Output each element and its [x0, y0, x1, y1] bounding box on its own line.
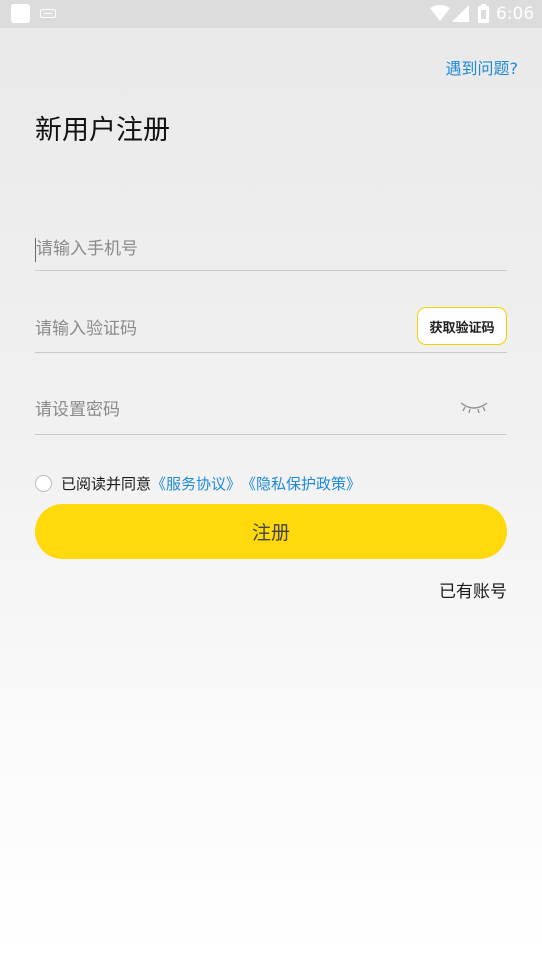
eye-closed-icon[interactable]: [459, 399, 489, 417]
battery-icon: [478, 4, 489, 23]
page-title: 新用户注册: [35, 115, 170, 146]
text-cursor: [35, 238, 36, 262]
agreement-checkbox[interactable]: [35, 474, 52, 492]
agreement-row: 已阅读并同意 《服务协议》 《隐私保护政策》: [35, 472, 361, 494]
phone-input[interactable]: [35, 234, 396, 264]
password-field: [35, 391, 507, 435]
password-input[interactable]: [35, 395, 395, 425]
service-agreement-link[interactable]: 《服务协议》: [151, 473, 241, 494]
help-link[interactable]: 遇到问题?: [446, 58, 519, 80]
signal-icon: [452, 5, 469, 22]
verification-code-field: 获取验证码: [35, 307, 507, 353]
privacy-policy-link[interactable]: 《隐私保护政策》: [241, 473, 361, 494]
agreement-text: 已阅读并同意: [61, 474, 152, 493]
status-bar: 6:06: [0, 0, 542, 28]
app-notification-icon: [11, 4, 30, 23]
existing-account-link[interactable]: 已有账号: [439, 580, 507, 604]
keyboard-icon: [40, 9, 56, 18]
register-button[interactable]: 注册: [35, 504, 507, 559]
phone-field: [35, 234, 507, 271]
status-time: 6:06: [496, 4, 535, 24]
wifi-icon: [430, 5, 450, 21]
get-code-button[interactable]: 获取验证码: [417, 307, 507, 345]
verification-code-input[interactable]: [35, 314, 395, 344]
